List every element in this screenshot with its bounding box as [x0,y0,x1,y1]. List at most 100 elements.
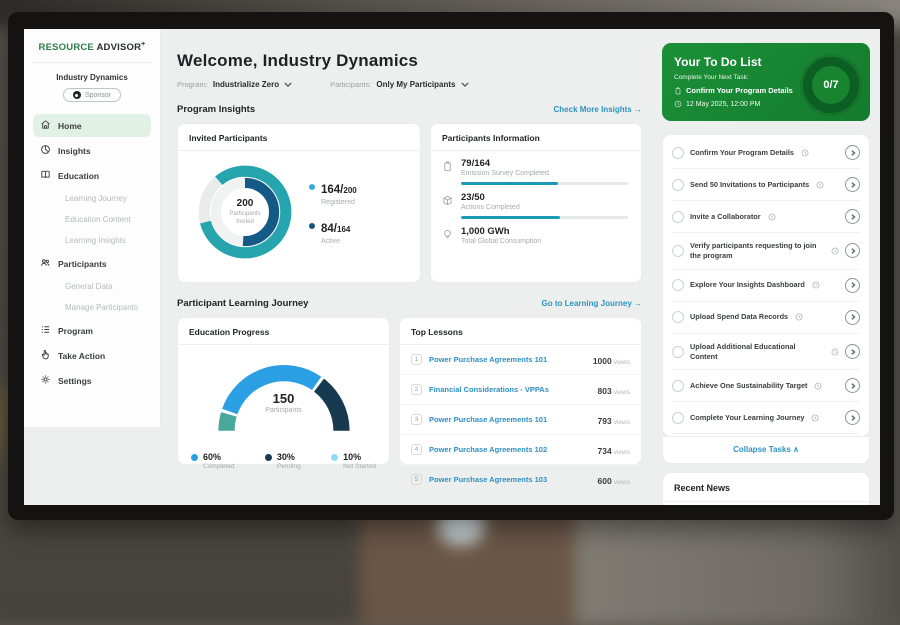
lesson-link[interactable]: Power Purchase Agreements 101 [429,355,586,364]
sidebar-item[interactable]: Education [33,164,151,187]
legend-item: 30% Pending [265,452,301,470]
todo-item: Upload Additional Educational Content [672,334,860,371]
sidebar-item[interactable]: Manage Participants [33,298,151,317]
org-name: Industry Dynamics [33,73,151,82]
participants-filter[interactable]: Participants: Only My Participants [330,80,468,89]
brand-logo: RESOURCE ADVISOR+ [33,41,151,63]
chevron-down-icon [461,82,469,87]
todo-item: Upload Spend Data Records [672,302,860,334]
metric-row: 79/164 Emission Survey Completed [431,151,641,185]
clipboard-icon [674,87,682,95]
brand-primary: RESOURCE [39,42,94,53]
task-clock-icon [814,382,822,390]
sidebar-item-label: Manage Participants [65,303,138,312]
lesson-rank: 1 [411,354,422,365]
task-label: Explore Your Insights Dashboard [690,280,805,290]
lesson-link[interactable]: Power Purchase Agreements 103 [429,475,591,484]
task-open-button[interactable] [845,177,860,192]
task-checkbox[interactable] [672,311,684,323]
task-open-button[interactable] [845,209,860,224]
legend-dot [309,184,315,190]
lesson-row: 1 Power Purchase Agreements 101 1000view… [400,345,641,375]
task-checkbox[interactable] [672,279,684,291]
lesson-link[interactable]: Power Purchase Agreements 102 [429,445,591,454]
todo-item: Verify participants requesting to join t… [672,233,860,270]
lesson-rank: 3 [411,414,422,425]
go-to-learning-journey-link[interactable]: Go to Learning Journey → [542,299,642,308]
todo-item: Send 50 Invitations to Participants [672,169,860,201]
legend-item: 10% Not Started [331,452,376,470]
main-content: Welcome, Industry Dynamics Program: Indu… [161,29,654,505]
section-program-insights: Program Insights [177,104,255,115]
task-clock-icon [831,247,839,255]
lesson-row: 3 Power Purchase Agreements 101 793views [400,405,641,435]
sidebar-item[interactable]: Take Action [33,344,151,367]
invited-donut-chart: 200 Participants Invited [194,161,296,263]
sponsor-badge[interactable]: Sponsor [63,88,121,102]
actions-icon [442,192,453,219]
task-open-button[interactable] [845,378,860,393]
gauge-legend: 60% Completed 30% Pending [178,446,389,470]
task-open-button[interactable] [845,278,860,293]
task-clock-icon [801,149,809,157]
task-open-button[interactable] [845,410,860,425]
top-lessons-card: Top Lessons 1 Power Purchase Agreements … [399,317,642,465]
task-clock-icon [812,281,820,289]
todo-item: Achieve One Sustainability Target [672,370,860,402]
task-checkbox[interactable] [672,245,684,257]
sidebar-item[interactable]: Participants [33,252,151,275]
task-open-button[interactable] [845,243,860,258]
legend-dot [331,454,338,461]
task-label: Verify participants requesting to join t… [690,241,824,261]
task-label: Upload Additional Educational Content [690,342,824,362]
task-checkbox[interactable] [672,179,684,191]
task-checkbox[interactable] [672,147,684,159]
task-open-button[interactable] [845,145,860,160]
check-more-insights-link[interactable]: Check More Insights → [554,105,642,114]
todo-summary-card: Your To Do List Complete Your Next Task:… [662,43,870,121]
sidebar-item[interactable]: Program [33,319,151,342]
task-checkbox[interactable] [672,380,684,392]
legend-item: 84/164 Active [309,219,357,245]
sidebar-item[interactable]: Education Content [33,210,151,229]
todo-item: Confirm Your Program Details [672,137,860,169]
sidebar-item[interactable]: Insights [33,139,151,162]
sidebar-item[interactable]: General Data [33,277,151,296]
sidebar-item-label: Home [58,121,82,131]
sidebar-item[interactable]: Learning Insights [33,231,151,250]
lesson-row: 4 Power Purchase Agreements 102 734views [400,435,641,465]
program-filter[interactable]: Program: Industrialize Zero [177,80,292,89]
task-checkbox[interactable] [672,412,684,424]
participants-icon [40,257,51,270]
sidebar-item[interactable]: Settings [33,369,151,392]
consumption-icon [442,226,453,245]
task-clock-icon [811,414,819,422]
task-open-button[interactable] [845,310,860,325]
sidebar-item[interactable]: Home [33,114,151,137]
survey-icon [442,158,453,185]
sidebar-item-label: Settings [58,376,92,386]
brand-secondary: ADVISOR [96,42,141,53]
task-checkbox[interactable] [672,211,684,223]
lesson-link[interactable]: Power Purchase Agreements 101 [429,415,591,424]
legend-dot [265,454,272,461]
sidebar-item-label: Learning Journey [65,194,127,203]
task-label: Complete Your Learning Journey [690,413,804,423]
task-checkbox[interactable] [672,346,684,358]
lesson-link[interactable]: Financial Considerations - VPPAs [429,385,591,394]
sidebar-item-label: Insights [58,146,91,156]
program-icon [40,324,51,337]
lesson-row: 5 Power Purchase Agreements 103 600views [400,465,641,494]
collapse-tasks-link[interactable]: Collapse Tasks ∧ [672,437,860,463]
legend-dot [191,454,198,461]
education-progress-card: Education Progress 150 Participants 6 [177,317,390,465]
lesson-row: 2 Financial Considerations - VPPAs 803vi… [400,375,641,405]
insights-icon [40,144,51,157]
sidebar-item[interactable]: Learning Journey [33,189,151,208]
task-open-button[interactable] [845,344,860,359]
todo-item: Complete Your Learning Journey [672,402,860,434]
metric-row: 23/50 Actions Completed [431,185,641,219]
arrow-right-icon: → [634,105,642,114]
task-clock-icon [816,181,824,189]
sidebar-item-label: Program [58,326,93,336]
